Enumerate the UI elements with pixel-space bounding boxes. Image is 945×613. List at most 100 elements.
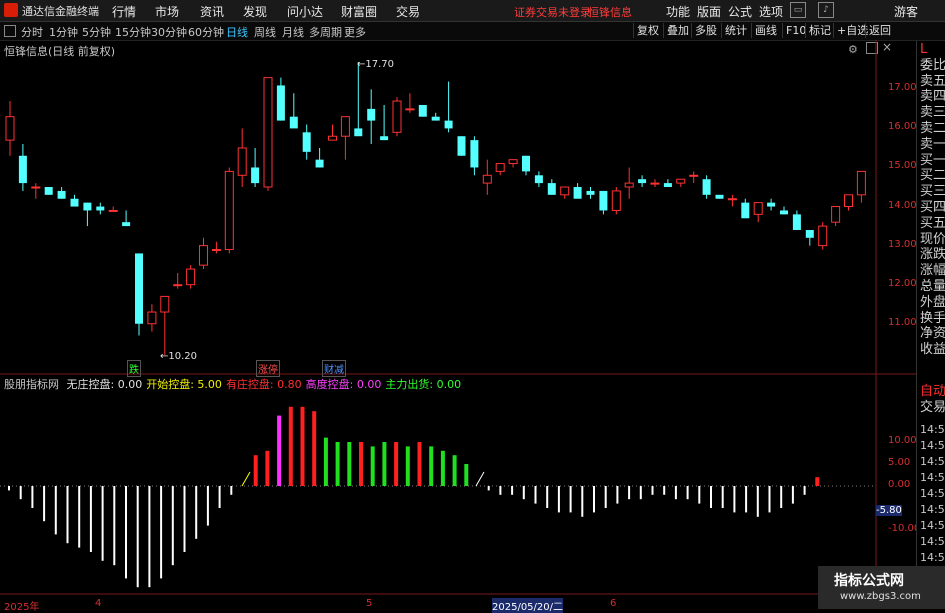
candle-body — [302, 132, 311, 152]
candle-body — [251, 167, 260, 184]
indicator-tick-label: 10.00 — [888, 435, 917, 446]
candle-body — [392, 100, 402, 133]
side-quote-item[interactable]: 买五 — [920, 216, 945, 232]
toolbar-button[interactable]: 标记 — [805, 23, 834, 38]
menu-item[interactable]: 市场 — [155, 3, 179, 20]
side-quote-item[interactable]: 买二 — [920, 168, 945, 184]
candle-body — [18, 155, 27, 184]
candle-body — [380, 136, 389, 141]
menu-item[interactable]: 问小达 — [287, 3, 323, 20]
indicator-bar — [195, 486, 198, 539]
period-tab[interactable]: 1分钟 — [49, 24, 78, 40]
side-quote-item[interactable]: 买三 — [920, 184, 945, 200]
side-quote-item[interactable]: 涨跌 — [920, 247, 945, 263]
side-quote-item[interactable]: 现价 — [920, 232, 945, 248]
period-tab[interactable]: 15分钟 — [115, 24, 151, 40]
toolbar-button[interactable]: 返回 — [865, 23, 894, 38]
candle-series — [5, 62, 866, 355]
low-annotation: ←10.20 — [160, 351, 198, 362]
candle-body — [276, 85, 285, 121]
bell-icon[interactable]: ♪ — [818, 2, 834, 18]
toolbar-button[interactable]: 叠加 — [663, 23, 692, 38]
indicator-bar — [452, 455, 457, 486]
indicator-bar — [522, 486, 525, 500]
period-tab[interactable]: 周线 — [254, 24, 276, 40]
period-tab[interactable]: 分时 — [21, 24, 43, 40]
period-tab[interactable]: 5分钟 — [82, 24, 111, 40]
candle-body — [57, 190, 66, 199]
side-quote-item[interactable]: 净资 — [920, 326, 945, 342]
side-quote-item[interactable]: 外盘 — [920, 295, 945, 311]
side-quote-item[interactable]: 总量 — [920, 279, 945, 295]
side-quote-item[interactable]: 买一 — [920, 153, 945, 169]
date-label: 5 — [366, 598, 373, 609]
guest-label[interactable]: 游客 — [894, 3, 918, 20]
right-menu-item[interactable]: 选项 — [759, 3, 783, 20]
indicator-bar — [136, 486, 139, 588]
side-panel: L 委比 卖五 卖四 卖三 卖二 卖一 买一 买二 买三 买四 买五 现价 涨跌 涨幅 总量 外盘 换手 净资 收益 … — [916, 41, 945, 609]
period-tab[interactable]: 多周期 — [309, 24, 342, 40]
side-quote-item[interactable]: 委比 — [920, 58, 945, 74]
side-time-item: 14:56 — [920, 551, 945, 564]
candle-body — [211, 249, 221, 252]
event-mark-3[interactable]: 财减 — [322, 360, 346, 377]
side-time-item: 14:56 — [920, 503, 945, 516]
indicator-bar — [791, 486, 794, 504]
menu-item[interactable]: 资讯 — [200, 3, 224, 20]
right-menu-item[interactable]: 功能 — [666, 3, 690, 20]
price-tick-label: 11.00 — [888, 316, 917, 328]
indicator-bar — [803, 486, 806, 495]
right-menu-item[interactable]: 公式 — [728, 3, 752, 20]
indicator-header: 股朋指标网 无庄控盘: 0.00 开始控盘: 5.00 有庄控盘: 0.80 高度控盘… — [4, 376, 461, 392]
candle-body — [611, 190, 621, 211]
side-trade-item[interactable]: 交易 — [920, 400, 945, 416]
watermark-title: 指标公式网 — [834, 573, 904, 589]
side-trade-item[interactable]: 自动 — [920, 384, 945, 400]
side-quote-item[interactable]: 涨幅 — [920, 263, 945, 279]
login-status[interactable]: 证券交易未登录 — [514, 4, 591, 20]
right-menu-item[interactable]: 版面 — [697, 3, 721, 20]
period-tab[interactable]: 60分钟 — [188, 24, 224, 40]
side-quote-item[interactable]: 买四 — [920, 200, 945, 216]
indicator-bar — [569, 486, 572, 513]
menu-item[interactable]: 交易 — [396, 3, 420, 20]
event-mark-2[interactable]: 涨停 — [256, 360, 280, 377]
side-quote-item[interactable]: 卖三 — [920, 105, 945, 121]
candle-body — [186, 268, 196, 286]
period-tab[interactable]: 月线 — [282, 24, 304, 40]
side-quote-item[interactable]: 卖五 — [920, 74, 945, 90]
menu-item[interactable]: 发现 — [243, 3, 267, 20]
candle-body — [663, 183, 672, 188]
chart-area[interactable] — [0, 40, 916, 609]
indicator-bar — [230, 486, 233, 495]
grid-toggle-icon[interactable] — [4, 25, 16, 37]
side-quote-item[interactable]: 卖二 — [920, 121, 945, 137]
side-quote-item[interactable]: 换手 — [920, 311, 945, 327]
side-quote-item[interactable]: 卖四 — [920, 89, 945, 105]
side-quote-item[interactable]: 卖一 — [920, 137, 945, 153]
toolbar-button[interactable]: 多股 — [691, 23, 720, 38]
indicator-bar — [288, 406, 293, 486]
indicator-bar — [171, 486, 174, 566]
indicator-item-value: 0.00 — [353, 378, 382, 391]
menu-item[interactable]: 行情 — [112, 3, 136, 20]
indicator-item: 开始控盘: 5.00 — [146, 378, 222, 391]
side-quote-item[interactable]: 收益 — [920, 342, 945, 358]
candle-body — [431, 116, 440, 121]
period-tab[interactable]: 更多 — [344, 24, 366, 40]
indicator-bar — [417, 442, 422, 486]
period-tab[interactable]: 30分钟 — [151, 24, 187, 40]
window-icon[interactable]: ▭ — [790, 2, 806, 18]
side-quote-item[interactable]: L — [920, 42, 927, 58]
toolbar-button[interactable]: 统计 — [721, 23, 750, 38]
menu-item[interactable]: 财富圈 — [341, 3, 377, 20]
indicator-bar — [733, 486, 736, 513]
indicator-bar — [148, 486, 151, 588]
toolbar-button[interactable]: 复权 — [633, 23, 662, 38]
toolbar-button[interactable]: 画线 — [751, 23, 780, 38]
event-mark-1[interactable]: 跌 — [127, 360, 141, 377]
price-tick-label: 16.00 — [888, 121, 917, 133]
date-label: 2025年 — [4, 602, 40, 613]
candle-body — [263, 77, 273, 188]
period-tab[interactable]: 日线 — [226, 24, 248, 40]
